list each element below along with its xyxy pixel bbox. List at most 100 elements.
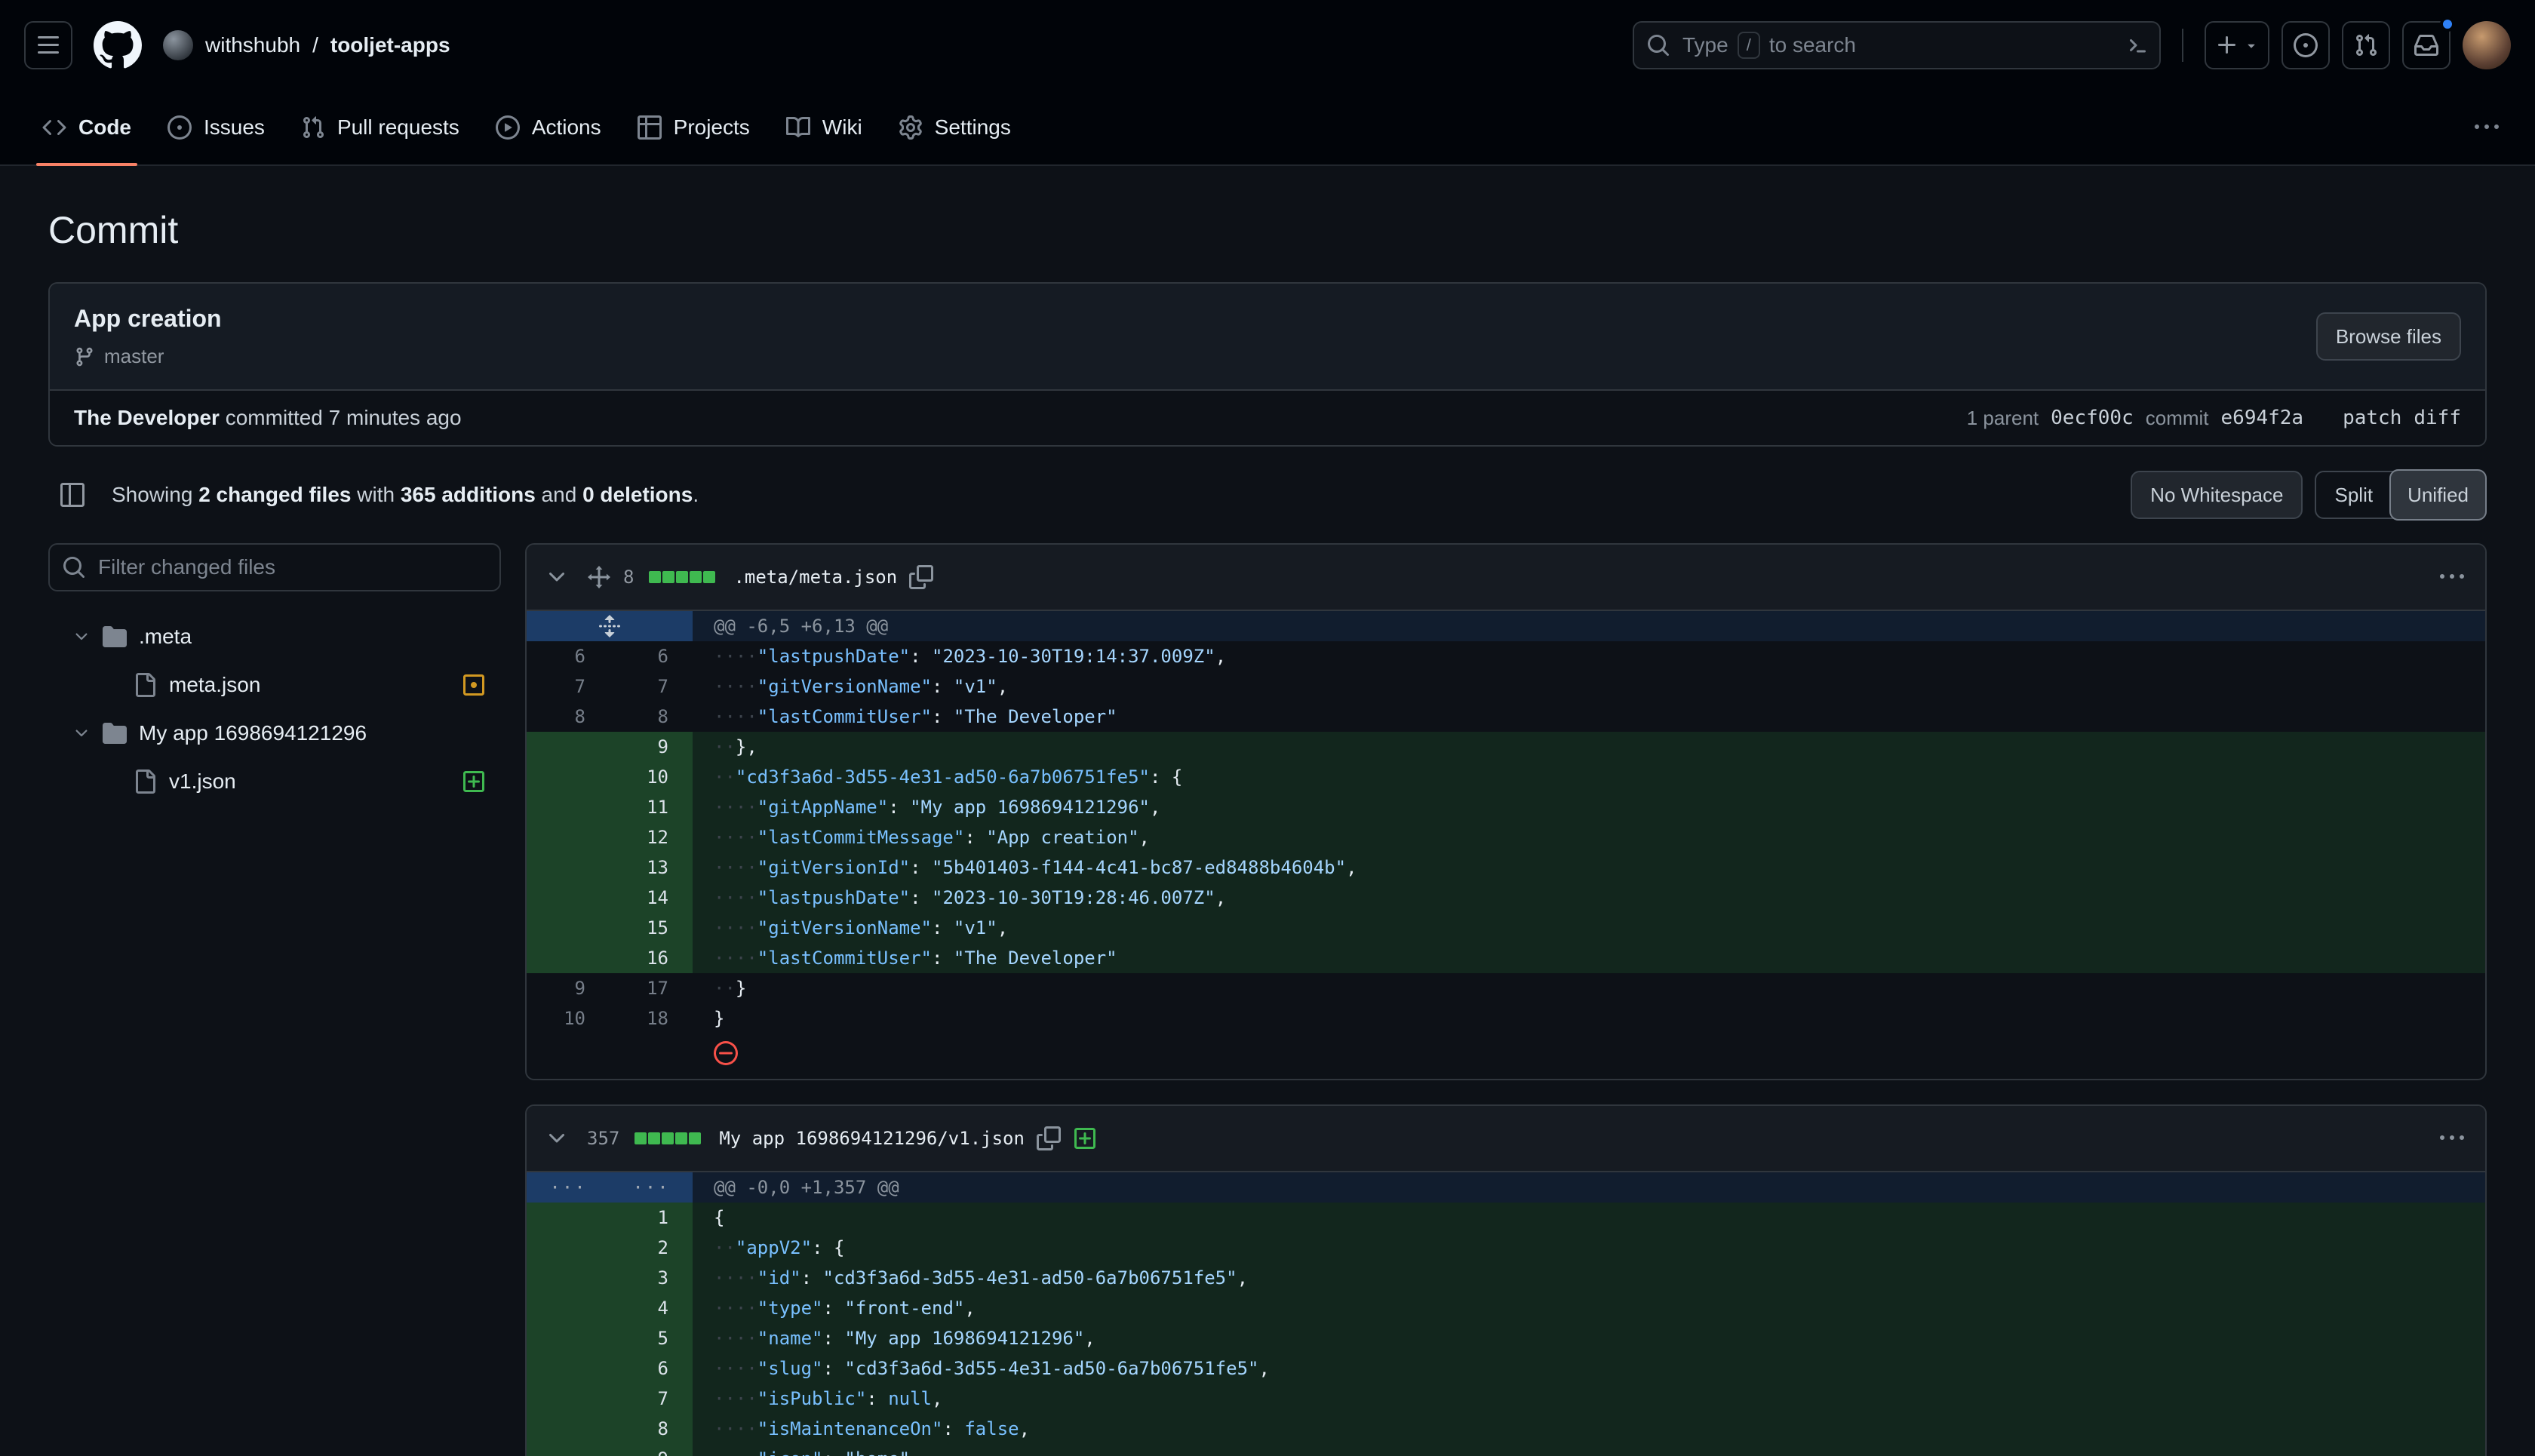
diff-file-card: 8.meta/meta.json@@ -6,5 +6,13 @@66····"l…: [525, 543, 2487, 1080]
collapse-file-button[interactable]: [539, 1120, 575, 1157]
hunk-range: @@ -0,0 +1,357 @@: [693, 1172, 2485, 1203]
old-line-number: [527, 1353, 610, 1384]
new-line-number: 11: [610, 792, 693, 822]
diff-view-segmented-control: Split Unified: [2315, 471, 2487, 519]
breadcrumb: withshubh / tooljet-apps: [163, 30, 450, 60]
file-options-button[interactable]: [2440, 1126, 2464, 1150]
hamburger-menu-button[interactable]: [24, 21, 72, 69]
issue-opened-icon: [2294, 33, 2318, 57]
breadcrumb-repo[interactable]: tooljet-apps: [330, 33, 450, 57]
diff-file-header: 357My app 1698694121296/v1.json: [527, 1106, 2485, 1172]
commit-page-content: Commit App creation master Browse files …: [0, 166, 2535, 1456]
branch-name[interactable]: master: [104, 345, 164, 368]
tree-file-meta.json[interactable]: meta.json: [48, 661, 501, 709]
pull-requests-dashboard-button[interactable]: [2342, 21, 2390, 69]
new-line-number: 9: [610, 732, 693, 762]
split-view-button[interactable]: Split: [2316, 471, 2391, 519]
copy-path-button[interactable]: [909, 565, 933, 589]
repo-nav: CodeIssuesPull requestsActionsProjectsWi…: [0, 91, 2535, 166]
nav-overflow-button[interactable]: [2463, 103, 2511, 152]
kebab-icon: [2475, 115, 2499, 140]
tab-projects[interactable]: Projects: [619, 91, 768, 164]
diff-body: ······@@ -0,0 +1,357 @@1{2··"appV2": {3·…: [527, 1172, 2485, 1456]
old-line-number: [527, 1233, 610, 1263]
patch-link[interactable]: patch: [2343, 407, 2401, 429]
tab-code[interactable]: Code: [24, 91, 149, 164]
command-palette-icon[interactable]: [2123, 33, 2147, 57]
issue-opened-icon: [167, 115, 192, 140]
new-line-number: 6: [610, 641, 693, 671]
code-line: ····"isPublic": null,: [693, 1384, 2485, 1414]
github-logo[interactable]: [94, 21, 142, 69]
parent-sha-link[interactable]: 0ecf00c: [2051, 407, 2134, 429]
no-newline-row: [527, 1034, 2485, 1073]
new-line-number: 4: [610, 1293, 693, 1323]
issues-dashboard-button[interactable]: [2282, 21, 2330, 69]
collapse-file-button[interactable]: [539, 559, 575, 595]
new-line-number: 2: [610, 1233, 693, 1263]
copy-path-button[interactable]: [1037, 1126, 1061, 1150]
diff-filename[interactable]: .meta/meta.json: [733, 567, 897, 588]
tree-folder-.meta[interactable]: .meta: [48, 613, 501, 661]
old-line-number: [527, 1384, 610, 1414]
old-line-number: [527, 1414, 610, 1444]
file-added-icon: [462, 769, 486, 794]
file-tree-toggle-button[interactable]: [48, 471, 97, 519]
code-line: {: [693, 1203, 2485, 1233]
old-line-number: [527, 852, 610, 883]
old-line-number: [527, 883, 610, 913]
tab-actions[interactable]: Actions: [478, 91, 619, 164]
filter-files-input[interactable]: Filter changed files: [48, 543, 501, 591]
old-line-number: [527, 1263, 610, 1293]
diff-line: 7····"isPublic": null,: [527, 1384, 2485, 1414]
diff-toolbar: Showing 2 changed files with 365 additio…: [48, 471, 2487, 519]
file-options-button[interactable]: [2440, 565, 2464, 589]
user-avatar[interactable]: [2463, 21, 2511, 69]
commit-author[interactable]: The Developer: [74, 406, 220, 429]
code-line: ····"lastCommitUser": "The Developer": [693, 702, 2485, 732]
tab-wiki[interactable]: Wiki: [768, 91, 880, 164]
code-line: ····"isMaintenanceOn": false,: [693, 1414, 2485, 1444]
diff-link[interactable]: diff: [2414, 407, 2461, 429]
tree-file-v1.json[interactable]: v1.json: [48, 757, 501, 806]
diffstat-blocks: [649, 571, 715, 583]
old-line-number: [527, 1293, 610, 1323]
table-icon: [638, 115, 662, 140]
old-line-number: [527, 1444, 610, 1456]
tree-folder-my-app-1698694121296[interactable]: My app 1698694121296: [48, 709, 501, 757]
branch-row: master: [74, 345, 222, 368]
tree-item-label: My app 1698694121296: [139, 721, 367, 745]
drag-handle-icon[interactable]: [587, 565, 611, 589]
breadcrumb-separator: /: [312, 33, 318, 57]
global-search-input[interactable]: Type / to search: [1633, 21, 2161, 69]
tab-settings[interactable]: Settings: [880, 91, 1029, 164]
diff-line: 6····"slug": "cd3f3a6d-3d55-4e31-ad50-6a…: [527, 1353, 2485, 1384]
code-line: ··"appV2": {: [693, 1233, 2485, 1263]
diff-file-header: 8.meta/meta.json: [527, 545, 2485, 611]
diff-line: 9··},: [527, 732, 2485, 762]
search-icon: [62, 555, 86, 579]
old-line-number: [527, 732, 610, 762]
diff-line: 66····"lastpushDate": "2023-10-30T19:14:…: [527, 641, 2485, 671]
diff-line: 917··}: [527, 973, 2485, 1003]
diffstat-blocks: [635, 1132, 701, 1144]
code-line: ····"slug": "cd3f3a6d-3d55-4e31-ad50-6a7…: [693, 1353, 2485, 1384]
diff-line: 11····"gitAppName": "My app 169869412129…: [527, 792, 2485, 822]
create-new-button[interactable]: [2205, 21, 2269, 69]
new-line-number: 8: [610, 1414, 693, 1444]
old-line-number: [527, 1203, 610, 1233]
notifications-button[interactable]: [2402, 21, 2450, 69]
commit-box: App creation master Browse files The Dev…: [48, 282, 2487, 447]
no-whitespace-button[interactable]: No Whitespace: [2131, 471, 2303, 519]
old-line-number: 8: [527, 702, 610, 732]
breadcrumb-owner[interactable]: withshubh: [205, 33, 300, 57]
old-line-number: [527, 1323, 610, 1353]
tab-issues[interactable]: Issues: [149, 91, 283, 164]
tab-pull-requests[interactable]: Pull requests: [283, 91, 478, 164]
code-line: ····"id": "cd3f3a6d-3d55-4e31-ad50-6a7b0…: [693, 1263, 2485, 1293]
browse-files-button[interactable]: Browse files: [2316, 312, 2461, 361]
unified-view-button[interactable]: Unified: [2389, 469, 2487, 521]
expand-hunk-button[interactable]: [527, 611, 693, 641]
diff-filename[interactable]: My app 1698694121296/v1.json: [719, 1128, 1025, 1149]
tree-item-label: meta.json: [169, 673, 260, 697]
